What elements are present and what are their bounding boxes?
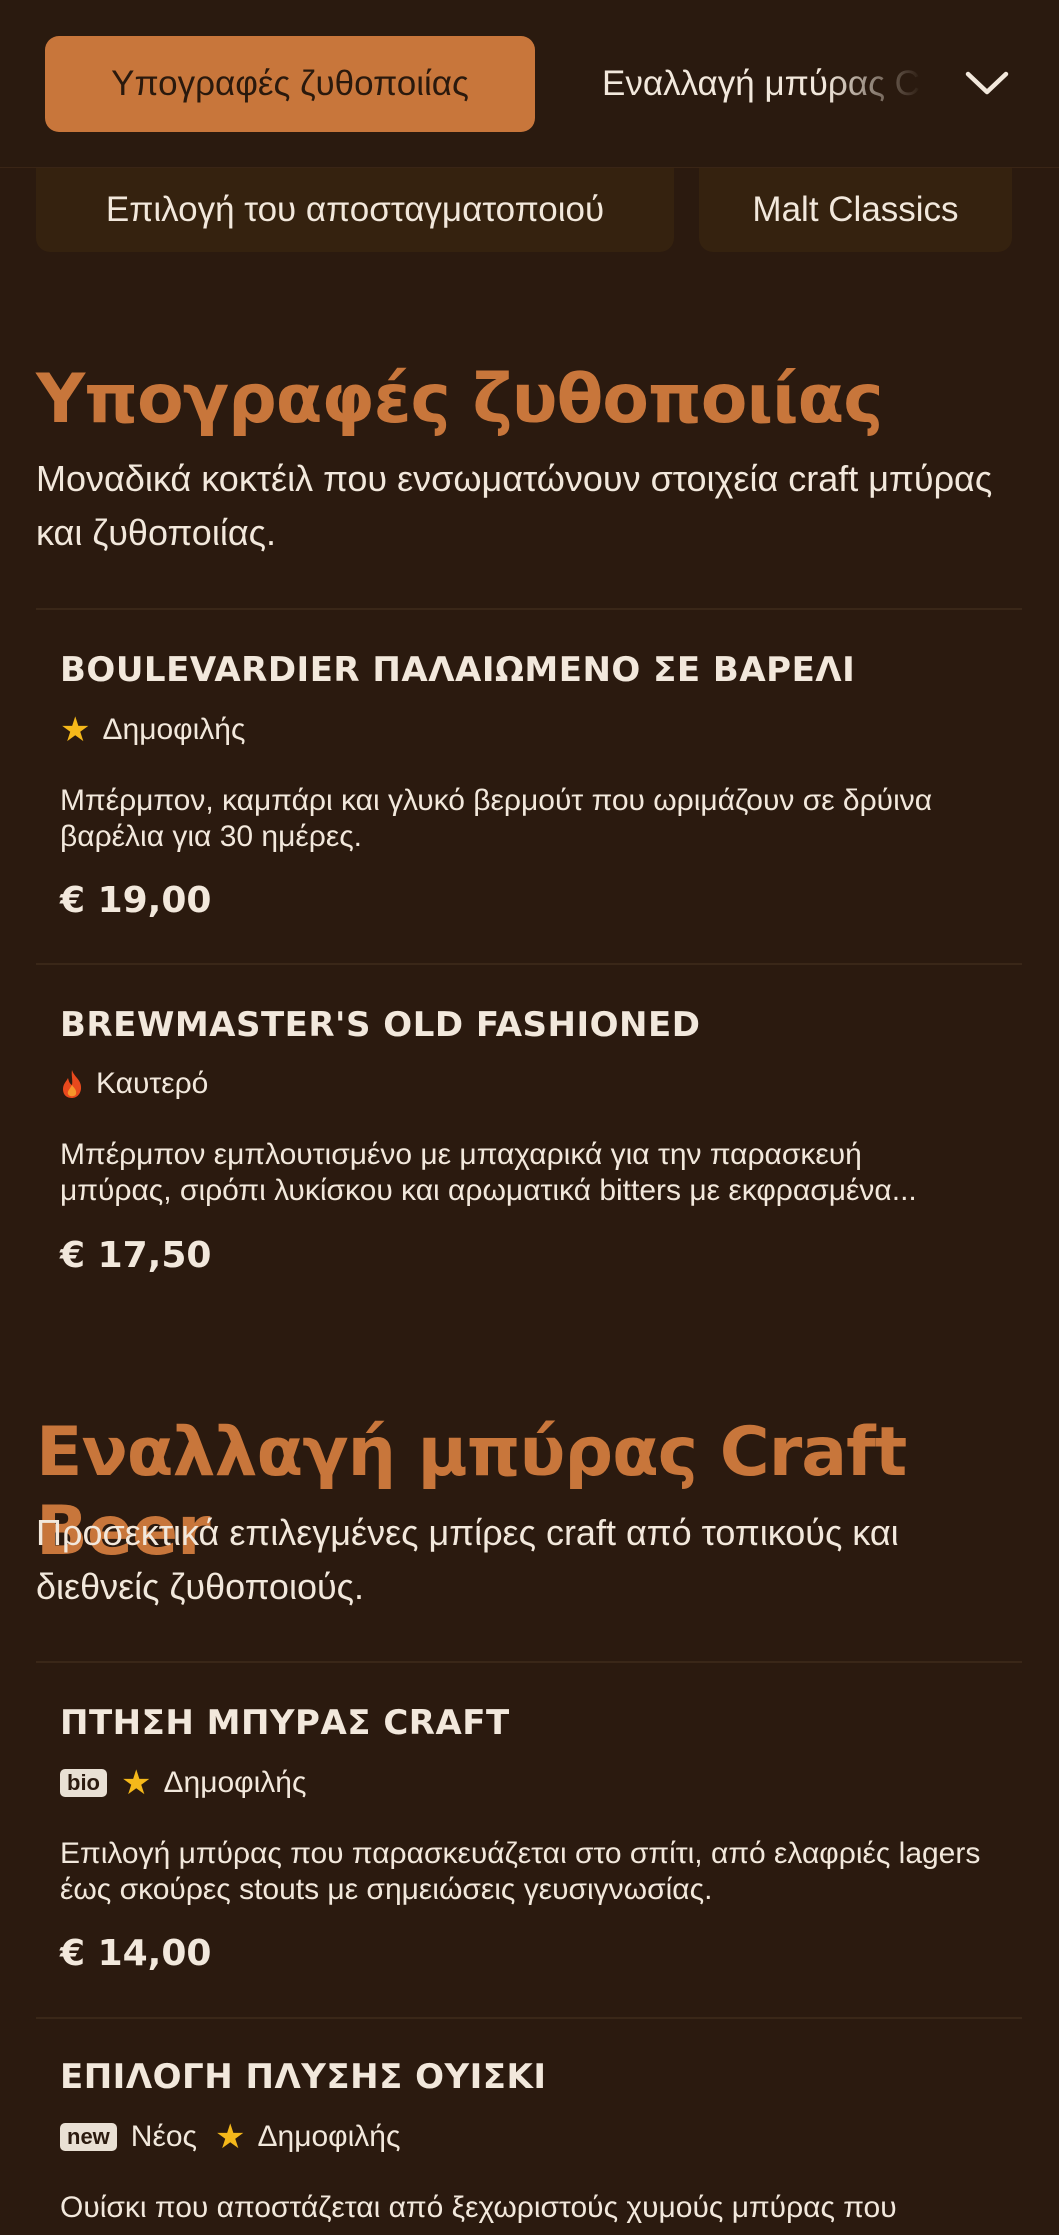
divider bbox=[36, 2017, 1022, 2019]
item-name: ΠΤΗΣΗ ΜΠΥΡΑΣ CRAFT bbox=[60, 1703, 510, 1743]
badge-new: new bbox=[60, 2123, 117, 2151]
divider bbox=[36, 608, 1022, 610]
item-name: ΕΠΙΛΟΓΗ ΠΛΥΣΗΣ ΟΥΙΣΚΙ bbox=[60, 2057, 547, 2097]
chip-malt-classics[interactable]: Malt Classics bbox=[699, 168, 1012, 252]
divider bbox=[36, 963, 1022, 965]
item-price: € 19,00 bbox=[60, 880, 212, 921]
item-name: BREWMASTER'S OLD FASHIONED bbox=[60, 1005, 701, 1045]
section-title: Υπογραφές ζυθοποιίας bbox=[36, 360, 884, 439]
tag-spicy: Καυτερό bbox=[96, 1067, 209, 1100]
tag-popular: Δημοφιλής bbox=[257, 2120, 401, 2153]
tab-brewery-signatures[interactable]: Υπογραφές ζυθοποιίας bbox=[45, 36, 535, 132]
item-name: BOULEVARDIER ΠΑΛΑΙΩΜΕΝΟ ΣΕ ΒΑΡΕΛΙ bbox=[60, 650, 856, 690]
item-price: € 17,50 bbox=[60, 1235, 212, 1276]
item-tags: bio ★ Δημοφιλής bbox=[60, 1764, 324, 1802]
item-description: Επιλογή μπύρας που παρασκευάζεται στο σπ… bbox=[60, 1837, 981, 1906]
item-price: € 14,00 bbox=[60, 1933, 212, 1974]
tag-new: Νέος bbox=[130, 2120, 197, 2153]
subcategory-chips: Επιλογή του αποσταγματοποιού Malt Classi… bbox=[36, 168, 1059, 252]
chip-distiller-choice[interactable]: Επιλογή του αποσταγματοποιού bbox=[36, 168, 674, 252]
badge-bio: bio bbox=[60, 1769, 107, 1797]
star-icon: ★ bbox=[60, 711, 91, 749]
star-icon: ★ bbox=[214, 2118, 246, 2156]
item-description-line: Μπέρμπον εμπλουτισμένο με μπαχαρικά για … bbox=[60, 1138, 862, 1171]
tag-popular: Δημοφιλής bbox=[102, 713, 246, 746]
flame-icon bbox=[63, 1070, 82, 1098]
item-description: Μπέρμπον εμπλουτισμένο με μπαχαρικά για … bbox=[60, 1137, 1010, 1209]
item-tags: Καυτερό bbox=[60, 1066, 226, 1102]
divider bbox=[36, 1661, 1022, 1663]
chevron-down-icon[interactable] bbox=[960, 60, 1014, 106]
section-description: Προσεκτικά επιλεγμένες μπίρες craft από … bbox=[36, 1512, 899, 1607]
star-icon: ★ bbox=[121, 1764, 152, 1802]
tab-craft-beer-rotation[interactable]: Εναλλαγή μπύρας Craft Beer bbox=[602, 36, 922, 132]
category-nav: Υπογραφές ζυθοποιίας Εναλλαγή μπύρας Cra… bbox=[0, 0, 1059, 168]
item-description-line: μπύρας, σιρόπι λυκίσκου και αρωματικά bi… bbox=[60, 1174, 917, 1207]
item-tags: new Νέος ★ Δημοφιλής bbox=[60, 2118, 418, 2156]
section-description: Μοναδικά κοκτέιλ που ενσωματώνουν στοιχε… bbox=[36, 458, 993, 553]
tag-popular: Δημοφιλής bbox=[163, 1766, 307, 1799]
item-tags: ★ Δημοφιλής bbox=[60, 711, 263, 749]
item-description: Μπέρμπον, καμπάρι και γλυκό βερμούτ που … bbox=[60, 784, 933, 853]
item-description: Ουίσκι που αποστάζεται από ξεχωριστούς χ… bbox=[60, 2191, 897, 2224]
